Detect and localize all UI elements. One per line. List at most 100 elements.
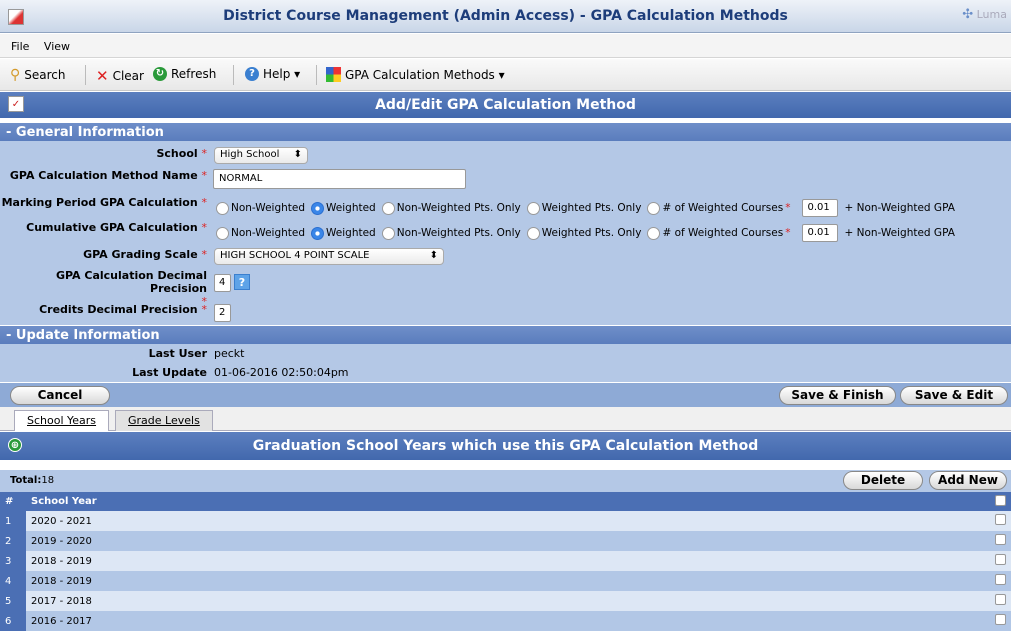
table-row[interactable]: 1 2020 - 2021 [0,511,1011,531]
school-year-cell[interactable]: 2020 - 2021 [26,511,990,531]
cum-nw-pts-option[interactable]: Non-Weighted Pts. Only [381,226,521,240]
add-new-button[interactable]: Add New [929,471,1007,490]
clear-icon: ✕ [96,67,109,85]
row-checkbox[interactable] [990,531,1011,551]
mp-gpa-label: Marking Period GPA Calculation * [1,196,207,209]
search-button[interactable]: ⚲ Search [10,67,66,83]
cum-num-weighted-option[interactable]: # of Weighted Courses * [647,226,790,240]
help-question-icon[interactable]: ? [234,274,250,290]
table-header-row: # School Year [0,492,1011,511]
tab-bar: School Years Grade Levels [0,407,1011,431]
table-row[interactable]: 3 2018 - 2019 [0,551,1011,571]
toolbar-separator [316,65,317,85]
table-row[interactable]: 2 2019 - 2020 [0,531,1011,551]
cum-gpa-label: Cumulative GPA Calculation * [26,221,207,234]
credits-precision-label: Credits Decimal Precision * [39,303,207,316]
column-header-school-year[interactable]: School Year [26,492,990,511]
select-all-checkbox[interactable] [990,492,1011,511]
refresh-label: Refresh [171,67,217,81]
gpa-methods-icon [326,67,341,82]
school-year-cell[interactable]: 2016 - 2017 [26,611,990,631]
panel-title: Add/Edit GPA Calculation Method [375,97,636,113]
credits-precision-input[interactable]: 2 [214,304,231,322]
school-year-cell[interactable]: 2018 - 2019 [26,551,990,571]
cum-gpa-options: Non-Weighted Weighted Non-Weighted Pts. … [216,224,955,242]
cum-weighted-option[interactable]: Weighted [311,226,376,240]
clear-button[interactable]: ✕ Clear [96,67,144,85]
tab-grade-levels[interactable]: Grade Levels [115,410,213,431]
delete-button[interactable]: Delete [843,471,923,490]
row-checkbox[interactable] [990,551,1011,571]
row-number: 5 [0,591,26,611]
mp-gpa-options: Non-Weighted Weighted Non-Weighted Pts. … [216,199,955,217]
radio[interactable] [526,226,540,240]
radio[interactable] [216,226,229,240]
help-label: Help ▾ [263,67,301,81]
mp-nw-pts-option[interactable]: Non-Weighted Pts. Only [381,201,521,215]
mp-num-weighted-option[interactable]: # of Weighted Courses * [647,201,790,215]
radio[interactable] [647,226,661,240]
radio[interactable] [216,201,229,215]
last-update-value: 01-06-2016 02:50:04pm [214,366,349,379]
last-user-label: Last User [148,347,207,360]
help-icon: ? [245,67,259,81]
school-year-cell[interactable]: 2018 - 2019 [26,571,990,591]
mp-plus-nonweighted: + Non-Weighted GPA [844,202,955,214]
action-bar: Cancel Save & Finish Save & Edit [0,383,1011,407]
school-label: School * [156,147,207,160]
cancel-button[interactable]: Cancel [10,386,110,405]
panel-header: ✓ Add/Edit GPA Calculation Method [0,92,1011,118]
toolbar-separator [233,65,234,85]
column-header-num: # [0,492,26,511]
radio[interactable] [311,226,325,240]
cum-plus-nonweighted: + Non-Weighted GPA [844,227,955,239]
menu-view[interactable]: View [44,40,70,53]
row-number: 1 [0,511,26,531]
search-label: Search [24,68,66,82]
school-year-cell[interactable]: 2019 - 2020 [26,531,990,551]
mp-weighted-courses-input[interactable]: 0.01 [802,199,839,217]
row-checkbox[interactable] [990,591,1011,611]
general-info-form: School * High School ⬍ GPA Calculation M… [0,141,1011,325]
cum-weighted-courses-input[interactable]: 0.01 [802,224,839,242]
mp-nonweighted-option[interactable]: Non-Weighted [216,201,305,215]
save-edit-button[interactable]: Save & Edit [900,386,1008,405]
grid-toolbar: Total:18 Delete Add New [0,470,1011,492]
radio[interactable] [647,201,661,215]
row-number: 4 [0,571,26,591]
logo: ✣ Luma [962,7,1007,22]
radio[interactable] [526,201,540,215]
general-info-header[interactable]: - General Information [0,123,1011,141]
update-info-header[interactable]: - Update Information [0,326,1011,344]
mp-w-pts-option[interactable]: Weighted Pts. Only [526,201,641,215]
row-checkbox[interactable] [990,611,1011,631]
method-name-input[interactable]: NORMAL [213,169,466,189]
school-select[interactable]: High School ⬍ [214,147,308,164]
decimal-precision-input[interactable]: 4 [214,274,231,292]
last-update-label: Last Update [132,366,207,379]
refresh-button[interactable]: ↻ Refresh [153,67,216,81]
gpa-methods-label: GPA Calculation Methods ▾ [345,67,505,82]
cum-nonweighted-option[interactable]: Non-Weighted [216,226,305,240]
school-year-cell[interactable]: 2017 - 2018 [26,591,990,611]
radio[interactable] [381,226,395,240]
row-checkbox[interactable] [990,571,1011,591]
school-years-table: # School Year 1 2020 - 2021 2 2019 - 2020 3 2… [0,492,1011,631]
help-button[interactable]: ? Help ▾ [245,67,300,81]
window-titlebar: District Course Management (Admin Access… [0,0,1011,33]
table-row[interactable]: 6 2016 - 2017 [0,611,1011,631]
search-icon: ⚲ [10,67,21,83]
table-row[interactable]: 4 2018 - 2019 [0,571,1011,591]
grading-scale-select[interactable]: HIGH SCHOOL 4 POINT SCALE ⬍ [214,248,444,265]
menu-file[interactable]: File [11,40,29,53]
radio[interactable] [381,201,395,215]
row-checkbox[interactable] [990,511,1011,531]
mp-weighted-option[interactable]: Weighted [311,201,376,215]
save-finish-button[interactable]: Save & Finish [779,386,896,405]
refresh-icon: ↻ [153,67,167,81]
gpa-methods-button[interactable]: GPA Calculation Methods ▾ [326,67,505,82]
tab-school-years[interactable]: School Years [14,410,110,431]
table-row[interactable]: 5 2017 - 2018 [0,591,1011,611]
radio[interactable] [311,201,325,215]
cum-w-pts-option[interactable]: Weighted Pts. Only [526,226,641,240]
